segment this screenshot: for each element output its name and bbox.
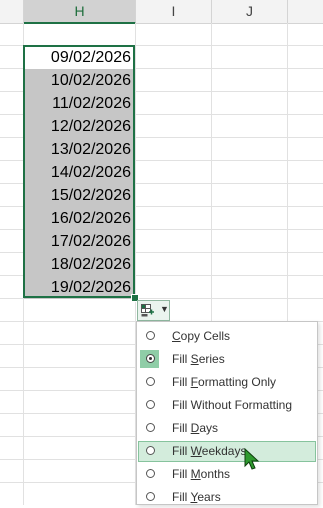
menu-item-label: Fill Without Formatting <box>172 398 293 412</box>
cell-h10[interactable]: 17/02/2026 <box>24 230 135 253</box>
column-header-next[interactable] <box>288 0 323 23</box>
auto-fill-options-button[interactable]: ▼ <box>137 300 170 321</box>
cell-h4[interactable]: 11/02/2026 <box>24 92 135 115</box>
auto-fill-options-menu: Copy Cells Fill Series Fill Formatting O… <box>136 321 318 505</box>
menu-item-fill-days[interactable]: Fill Days <box>138 418 316 439</box>
radio-icon <box>146 377 155 386</box>
menu-item-label: Fill Days <box>172 421 219 435</box>
radio-icon <box>146 492 155 501</box>
menu-item-fill-formatting-only[interactable]: Fill Formatting Only <box>138 372 316 393</box>
chevron-down-icon: ▼ <box>160 304 169 314</box>
cell-h6[interactable]: 13/02/2026 <box>24 138 135 161</box>
menu-item-fill-months[interactable]: Fill Months <box>138 464 316 485</box>
menu-item-label: Fill Months <box>172 467 231 481</box>
header-spacer <box>0 0 24 23</box>
radio-icon <box>146 331 155 340</box>
cell-h2[interactable]: 09/02/2026 <box>24 46 135 69</box>
cell-h3[interactable]: 10/02/2026 <box>24 69 135 92</box>
radio-icon <box>146 446 155 455</box>
mouse-cursor-icon <box>244 448 260 470</box>
column-header-h[interactable]: H <box>24 0 136 24</box>
column-header-row: H I J <box>0 0 323 24</box>
column-header-i[interactable]: I <box>136 0 212 23</box>
menu-item-copy-cells[interactable]: Copy Cells <box>138 326 316 347</box>
menu-item-label: Fill Formatting Only <box>172 375 277 389</box>
radio-checked-icon <box>146 354 155 363</box>
cell-h7[interactable]: 14/02/2026 <box>24 161 135 184</box>
menu-item-label: Copy Cells <box>172 329 231 343</box>
cell-h12[interactable]: 19/02/2026 <box>24 276 135 299</box>
cell-h11[interactable]: 18/02/2026 <box>24 253 135 276</box>
menu-item-fill-weekdays[interactable]: Fill Weekdays <box>138 441 316 462</box>
menu-item-label: Fill Series <box>172 352 225 366</box>
autofill-options-icon <box>141 304 154 317</box>
radio-icon <box>146 423 155 432</box>
menu-item-fill-series[interactable]: Fill Series <box>138 349 316 370</box>
cell-h5[interactable]: 12/02/2026 <box>24 115 135 138</box>
column-header-j[interactable]: J <box>212 0 288 23</box>
menu-item-fill-without-formatting[interactable]: Fill Without Formatting <box>138 395 316 416</box>
radio-icon <box>146 400 155 409</box>
radio-icon <box>146 469 155 478</box>
menu-item-label: Fill Weekdays <box>172 444 247 458</box>
cell-h8[interactable]: 15/02/2026 <box>24 184 135 207</box>
cell-h9[interactable]: 16/02/2026 <box>24 207 135 230</box>
